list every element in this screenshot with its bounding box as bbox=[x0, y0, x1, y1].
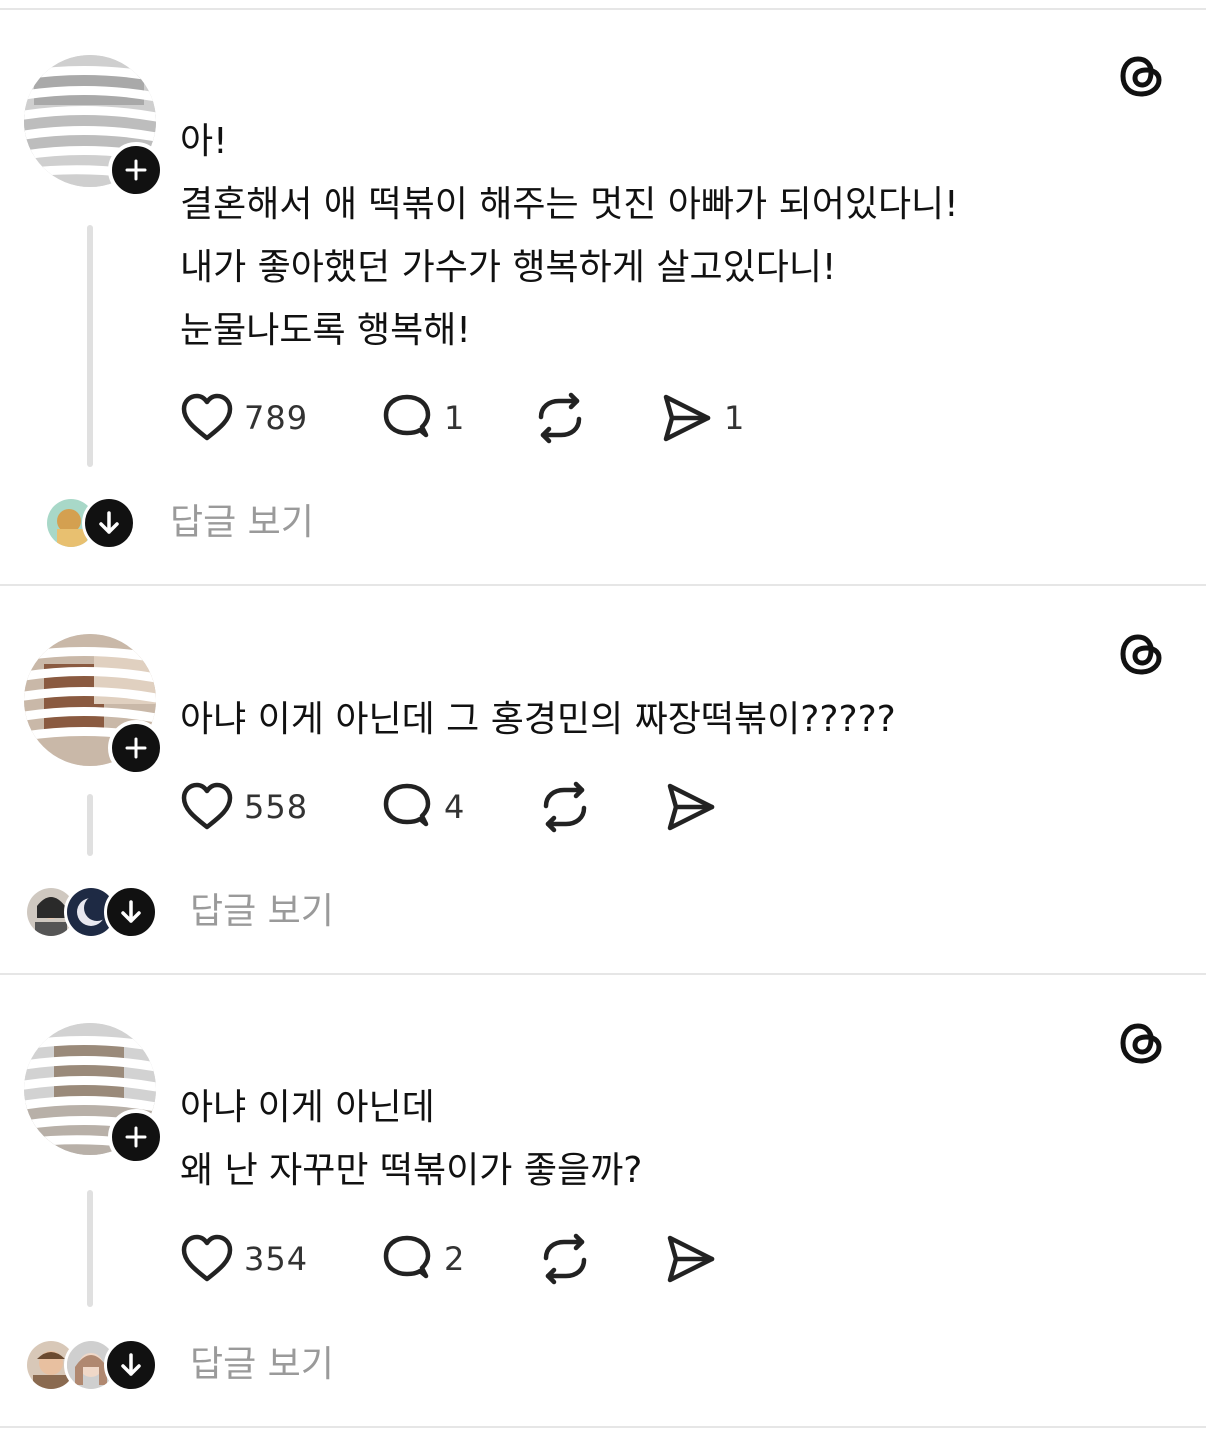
plus-icon bbox=[125, 1126, 147, 1148]
comment-button[interactable]: 4 bbox=[380, 779, 465, 835]
replies-preview[interactable]: 답글 보기 bbox=[24, 1338, 364, 1394]
thread-line bbox=[87, 1190, 93, 1307]
comment-button[interactable]: 1 bbox=[380, 390, 465, 446]
like-count: 789 bbox=[244, 399, 309, 437]
plus-icon bbox=[125, 159, 147, 181]
expand-replies-button[interactable] bbox=[82, 496, 136, 550]
heart-icon bbox=[181, 393, 233, 441]
thread-line bbox=[87, 225, 93, 467]
post-text-line: 내가 좋아했던 가수가 행복하게 살고있다니! bbox=[180, 247, 837, 288]
post-text-line: 아! bbox=[180, 121, 228, 162]
post-text-line: 아냐 이게 아닌데 그 홍경민의 짜장떡볶이????? bbox=[180, 699, 896, 740]
post-text-line: 왜 난 자꾸만 떡볶이가 좋을까? bbox=[180, 1150, 643, 1191]
threads-logo-icon[interactable] bbox=[1118, 630, 1166, 678]
view-replies-link[interactable]: 답글 보기 bbox=[190, 1343, 334, 1387]
threads-logo-icon[interactable] bbox=[1118, 52, 1166, 100]
repost-icon bbox=[543, 781, 587, 833]
comment-count: 2 bbox=[444, 1240, 466, 1278]
heart-icon bbox=[181, 782, 233, 830]
share-button[interactable]: 1 bbox=[660, 390, 745, 446]
send-icon bbox=[667, 783, 715, 831]
send-icon bbox=[667, 1235, 715, 1283]
post-2: 아냐 이게 아닌데 그 홍경민의 짜장떡볶이????? 558 4 답글 보기 bbox=[0, 586, 1206, 974]
view-replies-link[interactable]: 답글 보기 bbox=[190, 890, 334, 934]
like-button[interactable]: 558 bbox=[180, 779, 308, 835]
like-count: 354 bbox=[244, 1240, 309, 1278]
like-button[interactable]: 789 bbox=[180, 390, 308, 446]
thread-line bbox=[87, 794, 93, 856]
comment-bubble-icon bbox=[383, 783, 431, 827]
post-text-line: 결혼해서 애 떡볶이 해주는 멋진 아빠가 되어있다니! bbox=[180, 184, 959, 225]
post-3: 아냐 이게 아닌데 왜 난 자꾸만 떡볶이가 좋을까? 354 2 답글 보기 bbox=[0, 975, 1206, 1427]
like-count: 558 bbox=[244, 788, 309, 826]
replies-preview[interactable]: 답글 보기 bbox=[44, 496, 344, 552]
post-text-line: 아냐 이게 아닌데 bbox=[180, 1087, 435, 1128]
arrow-down-icon bbox=[121, 900, 141, 923]
bottom-divider bbox=[0, 1426, 1206, 1428]
threads-logo-icon[interactable] bbox=[1118, 1019, 1166, 1067]
comment-count: 4 bbox=[444, 788, 466, 826]
follow-button[interactable] bbox=[108, 142, 164, 198]
repost-button[interactable] bbox=[538, 1231, 592, 1287]
share-count: 1 bbox=[724, 399, 746, 437]
comment-button[interactable]: 2 bbox=[380, 1231, 465, 1287]
repost-icon bbox=[538, 392, 582, 444]
comment-count: 1 bbox=[444, 399, 466, 437]
view-replies-link[interactable]: 답글 보기 bbox=[170, 501, 314, 545]
share-button[interactable] bbox=[664, 1231, 718, 1287]
expand-replies-button[interactable] bbox=[104, 885, 158, 939]
plus-icon bbox=[125, 737, 147, 759]
heart-icon bbox=[181, 1234, 233, 1282]
repost-icon bbox=[543, 1233, 587, 1285]
post-1: 아! 결혼해서 애 떡볶이 해주는 멋진 아빠가 되어있다니! 내가 좋아했던 … bbox=[0, 0, 1206, 585]
repost-button[interactable] bbox=[533, 390, 587, 446]
share-button[interactable] bbox=[664, 779, 718, 835]
repost-button[interactable] bbox=[538, 779, 592, 835]
like-button[interactable]: 354 bbox=[180, 1231, 308, 1287]
arrow-down-icon bbox=[99, 511, 119, 534]
comment-bubble-icon bbox=[383, 1235, 431, 1279]
follow-button[interactable] bbox=[108, 720, 164, 776]
expand-replies-button[interactable] bbox=[104, 1338, 158, 1392]
comment-bubble-icon bbox=[383, 394, 431, 438]
send-icon bbox=[663, 394, 711, 442]
replies-preview[interactable]: 답글 보기 bbox=[24, 885, 364, 941]
post-text-line: 눈물나도록 행복해! bbox=[180, 310, 471, 351]
follow-button[interactable] bbox=[108, 1109, 164, 1165]
arrow-down-icon bbox=[121, 1353, 141, 1376]
